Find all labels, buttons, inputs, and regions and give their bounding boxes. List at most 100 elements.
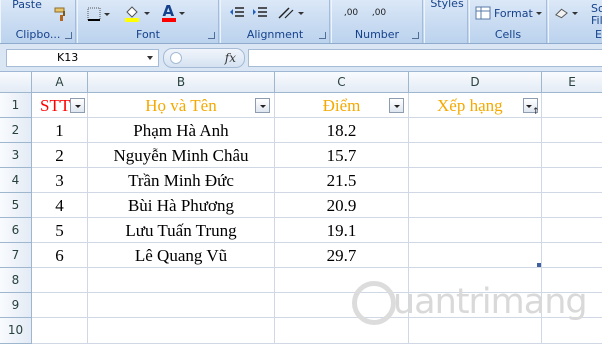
cell-a4[interactable]: 3	[32, 168, 88, 193]
cell-a8[interactable]	[32, 268, 88, 293]
styles-button[interactable]: Styles	[427, 0, 467, 12]
paste-button[interactable]: Paste	[9, 0, 45, 12]
row-header-7[interactable]: 7	[0, 243, 32, 268]
insert-function-button[interactable]: fx	[225, 51, 236, 65]
cell-d7[interactable]	[409, 243, 542, 268]
row-header-8[interactable]: 8	[0, 268, 32, 293]
decrease-indent-button[interactable]	[226, 3, 248, 23]
decrease-indent-icon	[230, 7, 244, 17]
row-header-6[interactable]: 6	[0, 218, 32, 243]
font-launcher-icon[interactable]	[208, 32, 215, 39]
row-header-10[interactable]: 10	[0, 318, 32, 344]
filter-dropdown-stt-icon[interactable]	[70, 98, 85, 113]
cell-d5[interactable]	[409, 193, 542, 218]
cell-c4[interactable]: 21.5	[275, 168, 409, 193]
name-box[interactable]: K13	[6, 49, 159, 67]
row-header-3[interactable]: 3	[0, 143, 32, 168]
cell-b3[interactable]: Nguyễn Minh Châu	[88, 143, 275, 168]
cell-a2[interactable]: 1	[32, 118, 88, 143]
increase-decimal-button[interactable]: ,00	[338, 3, 364, 23]
row-header-1[interactable]: 1	[0, 93, 32, 118]
ribbon: Paste Clipbo... A Font Alignment ,00 ,00…	[0, 0, 602, 44]
cell-c10[interactable]	[275, 318, 409, 344]
cell-a1[interactable]: STT	[32, 93, 88, 118]
cell-a7[interactable]: 6	[32, 243, 88, 268]
column-header-c[interactable]: C	[275, 72, 409, 93]
cell-e6[interactable]	[542, 218, 602, 243]
row-header-2[interactable]: 2	[0, 118, 32, 143]
cell-c3[interactable]: 15.7	[275, 143, 409, 168]
alignment-launcher-icon[interactable]	[319, 32, 326, 39]
number-launcher-icon[interactable]	[412, 32, 419, 39]
cell-e5[interactable]	[542, 193, 602, 218]
increase-indent-button[interactable]	[249, 3, 271, 23]
cell-b6[interactable]: Lưu Tuấn Trung	[88, 218, 275, 243]
cell-b4[interactable]: Trần Minh Đức	[88, 168, 275, 193]
cell-b5[interactable]: Bùi Hà Phương	[88, 193, 275, 218]
increase-indent-icon	[253, 7, 267, 17]
column-header-a[interactable]: A	[32, 72, 88, 93]
eraser-icon	[555, 8, 568, 19]
header-stt: STT	[40, 96, 71, 115]
font-color-button[interactable]: A	[158, 2, 188, 23]
decrease-decimal-button[interactable]: ,00	[366, 3, 392, 23]
cell-a9[interactable]	[32, 293, 88, 318]
format-painter-button[interactable]	[51, 4, 71, 24]
formula-controls: fx	[163, 48, 245, 68]
cell-b9[interactable]	[88, 293, 275, 318]
cell-d3[interactable]	[409, 143, 542, 168]
cell-e7[interactable]	[542, 243, 602, 268]
row-header-9[interactable]: 9	[0, 293, 32, 318]
filter-dropdown-ho-ten-icon[interactable]	[255, 98, 270, 113]
orientation-button[interactable]	[275, 3, 305, 23]
name-box-dropdown-icon[interactable]	[147, 56, 153, 60]
clipboard-launcher-icon[interactable]	[65, 32, 72, 39]
cell-e3[interactable]	[542, 143, 602, 168]
cell-a10[interactable]	[32, 318, 88, 344]
cell-d6[interactable]	[409, 218, 542, 243]
cell-d1[interactable]: Xếp hạng ↑	[409, 93, 542, 118]
cell-b10[interactable]	[88, 318, 275, 344]
format-button[interactable]: Format	[474, 3, 544, 23]
filter-sorted-xep-hang-icon[interactable]: ↑	[523, 98, 540, 117]
cell-a6[interactable]: 5	[32, 218, 88, 243]
cell-b2[interactable]: Phạm Hà Anh	[88, 118, 275, 143]
cell-b7[interactable]: Lê Quang Vũ	[88, 243, 275, 268]
watermark-text: uantrimang	[393, 282, 588, 322]
cell-e4[interactable]	[542, 168, 602, 193]
cell-b1[interactable]: Họ và Tên	[88, 93, 275, 118]
select-all-corner[interactable]	[0, 72, 32, 93]
cell-c1[interactable]: Điểm	[275, 93, 409, 118]
clear-button[interactable]	[553, 3, 579, 23]
number-group-label: Number	[354, 28, 400, 41]
cell-c5[interactable]: 20.9	[275, 193, 409, 218]
cell-d2[interactable]	[409, 118, 542, 143]
cell-c2[interactable]: 18.2	[275, 118, 409, 143]
cell-d4[interactable]	[409, 168, 542, 193]
styles-label: Styles	[430, 0, 464, 10]
fill-color-button[interactable]	[120, 3, 152, 23]
borders-button[interactable]	[84, 4, 112, 24]
column-header-e[interactable]: E	[542, 72, 602, 93]
formula-bar: K13 fx	[0, 44, 602, 72]
cell-c6[interactable]: 19.1	[275, 218, 409, 243]
row-header-5[interactable]: 5	[0, 193, 32, 218]
formula-input[interactable]	[248, 49, 602, 67]
cell-a3[interactable]: 2	[32, 143, 88, 168]
row-header-4[interactable]: 4	[0, 168, 32, 193]
filter-dropdown-diem-icon[interactable]	[389, 98, 404, 113]
format-cells-icon	[475, 6, 491, 20]
cells-group-label: Cells	[494, 28, 522, 41]
formula-collapse-icon[interactable]	[170, 52, 182, 64]
alignment-group: Alignment	[220, 0, 330, 43]
cell-e1[interactable]	[542, 93, 602, 118]
cell-e2[interactable]	[542, 118, 602, 143]
cell-a5[interactable]: 4	[32, 193, 88, 218]
styles-group: Styles	[424, 0, 468, 43]
cell-c7[interactable]: 29.7	[275, 243, 409, 268]
clipboard-group: Paste Clipbo...	[0, 0, 76, 43]
editing-group: So Fil E	[548, 0, 602, 43]
column-header-d[interactable]: D	[409, 72, 542, 93]
column-header-b[interactable]: B	[88, 72, 275, 93]
cell-b8[interactable]	[88, 268, 275, 293]
